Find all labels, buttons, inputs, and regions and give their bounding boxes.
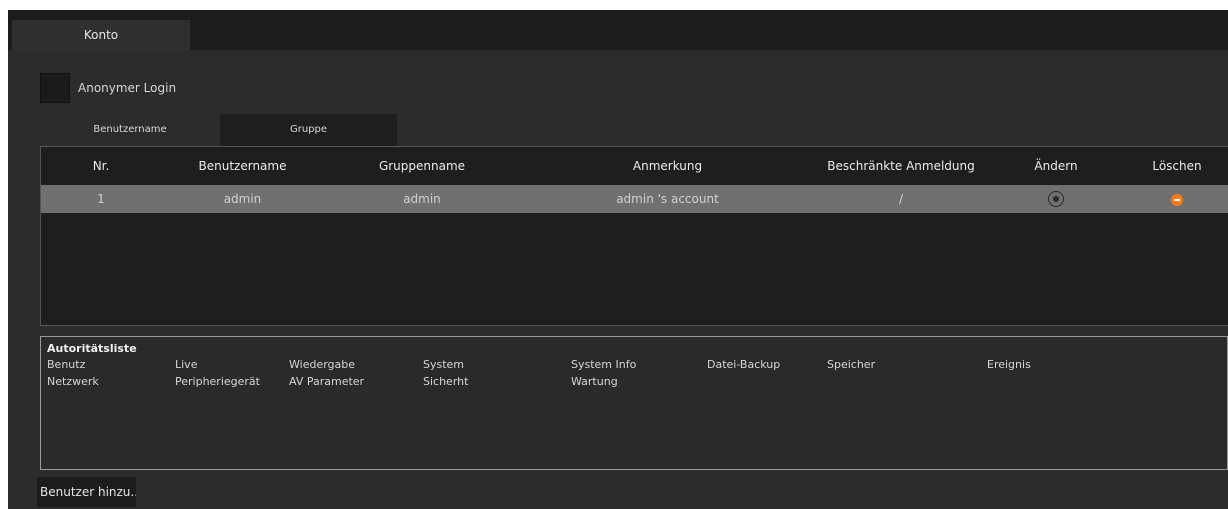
authority-item: Wiedergabe — [289, 358, 356, 371]
column-header-aendern: Ändern — [1034, 159, 1078, 173]
cell-restricted: / — [898, 192, 904, 206]
table-row[interactable]: 1 admin admin admin 's account / — [41, 185, 1228, 213]
authority-item: Ereignis — [987, 358, 1031, 371]
authority-item: Netzwerk — [47, 375, 99, 388]
authority-item: System — [423, 358, 465, 371]
table-header-row: Nr. Benutzername Gruppenname Anmerkung B… — [41, 147, 1228, 185]
authority-item: Wartung — [571, 375, 618, 388]
column-header-beschraenkte-anmeldung: Beschränkte Anmeldung — [827, 159, 975, 173]
cell-delete — [1125, 192, 1228, 206]
authority-item: System Info — [571, 358, 637, 371]
cell-edit — [987, 191, 1125, 207]
subtab-gruppe[interactable]: Gruppe — [220, 114, 397, 146]
subtab-benutzername[interactable]: Benutzername — [40, 114, 220, 146]
tab-konto[interactable]: Konto — [12, 20, 190, 51]
column-header-anmerkung: Anmerkung — [632, 159, 703, 173]
anonymous-login-label: Anonymer Login — [78, 81, 177, 95]
cell-group: admin — [403, 192, 441, 206]
cell-nr: 1 — [97, 192, 105, 206]
authority-list-title: Autoritätsliste — [47, 342, 137, 355]
authority-list-box: Autoritätsliste Benutz Live Wiedergabe S… — [40, 336, 1228, 470]
cell-note: admin 's account — [616, 192, 719, 206]
delete-icon[interactable] — [1171, 193, 1183, 206]
column-header-gruppenname: Gruppenname — [378, 159, 466, 173]
column-header-benutzername: Benutzername — [198, 159, 287, 173]
column-header-loeschen: Löschen — [1152, 159, 1202, 173]
authority-item: Speicher — [827, 358, 876, 371]
window-frame: Konto Anonymer Login Benutzername Gruppe… — [0, 0, 1228, 509]
authority-item: Live — [175, 358, 198, 371]
authority-item: Peripheriegerät — [175, 375, 260, 388]
user-table: Nr. Benutzername Gruppenname Anmerkung B… — [40, 146, 1228, 326]
edit-icon[interactable] — [1048, 191, 1064, 207]
authority-item: AV Parameter — [289, 375, 365, 388]
cell-username: admin — [223, 192, 262, 206]
authority-item: Benutz — [47, 358, 86, 371]
add-user-button[interactable]: Benutzer hinzu... — [37, 477, 136, 507]
top-tab-bar: Konto — [8, 10, 1228, 51]
column-header-nr: Nr. — [92, 159, 110, 173]
anonymous-login-checkbox[interactable] — [40, 73, 70, 103]
authority-item: Sicherht — [423, 375, 469, 388]
authority-item: Datei-Backup — [707, 358, 781, 371]
account-settings-app: Konto Anonymer Login Benutzername Gruppe… — [8, 10, 1228, 509]
